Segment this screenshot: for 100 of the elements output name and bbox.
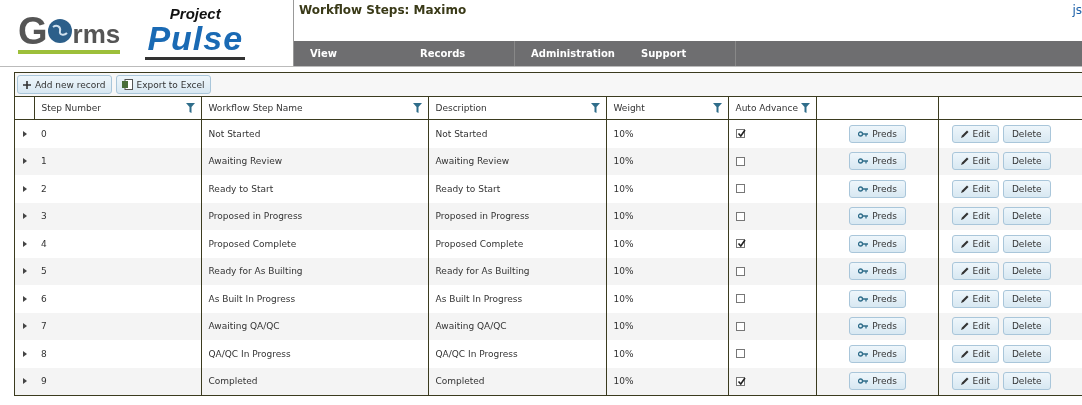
checkbox[interactable] bbox=[735, 294, 745, 304]
edit-button[interactable]: Edit bbox=[951, 152, 999, 171]
delete-button[interactable]: Delete bbox=[1002, 262, 1051, 281]
preds-button[interactable]: Preds bbox=[849, 124, 906, 143]
table-cell: 3 bbox=[34, 202, 201, 230]
edit-button[interactable]: Edit bbox=[951, 317, 999, 336]
checkbox[interactable] bbox=[735, 211, 745, 221]
pencil-icon bbox=[960, 212, 969, 221]
pencil-icon bbox=[960, 377, 969, 386]
filter-icon[interactable] bbox=[185, 103, 195, 113]
checkbox[interactable] bbox=[735, 239, 745, 249]
table-cell: 1 bbox=[34, 147, 201, 175]
table-cell: 9 bbox=[34, 367, 201, 395]
expand-arrow-icon[interactable] bbox=[23, 158, 27, 165]
checkbox[interactable] bbox=[735, 184, 745, 194]
key-icon bbox=[858, 240, 869, 247]
edit-button[interactable]: Edit bbox=[951, 289, 999, 308]
table-cell: Proposed Complete bbox=[428, 230, 606, 258]
preds-button[interactable]: Preds bbox=[849, 179, 906, 198]
pencil-icon bbox=[960, 129, 969, 138]
table-cell: Proposed in Progress bbox=[428, 202, 606, 230]
preds-button[interactable]: Preds bbox=[849, 207, 906, 226]
delete-button[interactable]: Delete bbox=[1002, 179, 1051, 198]
preds-button[interactable]: Preds bbox=[849, 234, 906, 253]
key-icon bbox=[858, 158, 869, 165]
expand-arrow-icon[interactable] bbox=[23, 295, 27, 302]
column-header[interactable]: Auto Advance bbox=[735, 103, 798, 113]
delete-button[interactable]: Delete bbox=[1002, 234, 1051, 253]
table-cell: 0 bbox=[34, 119, 201, 148]
edit-button[interactable]: Edit bbox=[951, 234, 999, 253]
filter-icon[interactable] bbox=[712, 103, 722, 113]
table-cell: Proposed in Progress bbox=[201, 202, 428, 230]
nav-item[interactable]: Support bbox=[625, 41, 735, 66]
table-cell: 10% bbox=[606, 119, 728, 148]
edit-button[interactable]: Edit bbox=[951, 262, 999, 281]
key-icon bbox=[858, 323, 869, 330]
edit-button[interactable]: Edit bbox=[951, 124, 999, 143]
delete-button[interactable]: Delete bbox=[1002, 152, 1051, 171]
column-header[interactable]: Weight bbox=[613, 103, 645, 113]
table-cell: 2 bbox=[34, 175, 201, 203]
table-cell: 4 bbox=[34, 230, 201, 258]
preds-button[interactable]: Preds bbox=[849, 372, 906, 391]
user-link[interactable]: js bbox=[1072, 3, 1082, 17]
table-cell: 10% bbox=[606, 202, 728, 230]
expand-arrow-icon[interactable] bbox=[23, 185, 27, 192]
table-cell: 5 bbox=[34, 257, 201, 285]
key-icon bbox=[858, 130, 869, 137]
expand-arrow-icon[interactable] bbox=[23, 240, 27, 247]
table-cell: Proposed Complete bbox=[201, 230, 428, 258]
preds-button[interactable]: Preds bbox=[849, 317, 906, 336]
preds-button[interactable]: Preds bbox=[849, 152, 906, 171]
edit-button[interactable]: Edit bbox=[951, 372, 999, 391]
preds-button[interactable]: Preds bbox=[849, 289, 906, 308]
delete-button[interactable]: Delete bbox=[1002, 344, 1051, 363]
key-icon bbox=[858, 268, 869, 275]
key-icon bbox=[858, 350, 869, 357]
project-pulse-logo: Project Pulse bbox=[140, 6, 251, 60]
expand-arrow-icon[interactable] bbox=[23, 268, 27, 275]
column-header[interactable]: Step Number bbox=[41, 103, 101, 113]
table-cell: 10% bbox=[606, 312, 728, 340]
column-header[interactable]: Description bbox=[435, 103, 487, 113]
column-header[interactable]: Workflow Step Name bbox=[208, 103, 303, 113]
preds-button[interactable]: Preds bbox=[849, 262, 906, 281]
filter-icon[interactable] bbox=[412, 103, 422, 113]
table-cell: QA/QC In Progress bbox=[428, 340, 606, 368]
gforms-logo: G rms bbox=[18, 12, 121, 54]
edit-button[interactable]: Edit bbox=[951, 344, 999, 363]
checkbox[interactable] bbox=[735, 156, 745, 166]
checkbox[interactable] bbox=[735, 349, 745, 359]
expand-arrow-icon[interactable] bbox=[23, 378, 27, 385]
filter-icon[interactable] bbox=[800, 103, 810, 113]
table-cell: 10% bbox=[606, 340, 728, 368]
checkbox[interactable] bbox=[735, 266, 745, 276]
edit-button[interactable]: Edit bbox=[951, 207, 999, 226]
pencil-icon bbox=[960, 294, 969, 303]
table-cell: 10% bbox=[606, 257, 728, 285]
delete-button[interactable]: Delete bbox=[1002, 317, 1051, 336]
pencil-icon bbox=[960, 267, 969, 276]
delete-button[interactable]: Delete bbox=[1002, 124, 1051, 143]
expand-arrow-icon[interactable] bbox=[23, 130, 27, 137]
filter-icon[interactable] bbox=[590, 103, 600, 113]
table-cell: As Built In Progress bbox=[201, 285, 428, 313]
delete-button[interactable]: Delete bbox=[1002, 207, 1051, 226]
checkbox[interactable] bbox=[735, 321, 745, 331]
table-cell: Awaiting Review bbox=[428, 147, 606, 175]
nav-item[interactable]: View bbox=[294, 41, 404, 66]
export-button[interactable]: Export to Excel bbox=[115, 75, 211, 94]
preds-button[interactable]: Preds bbox=[849, 344, 906, 363]
checkbox[interactable] bbox=[735, 129, 745, 139]
edit-button[interactable]: Edit bbox=[951, 179, 999, 198]
table-cell: Completed bbox=[201, 367, 428, 395]
expand-arrow-icon[interactable] bbox=[23, 213, 27, 220]
checkbox[interactable] bbox=[735, 376, 745, 386]
add-record-button[interactable]: Add new record bbox=[17, 75, 112, 94]
delete-button[interactable]: Delete bbox=[1002, 372, 1051, 391]
expand-arrow-icon[interactable] bbox=[23, 350, 27, 357]
nav-item[interactable]: Administration bbox=[515, 41, 625, 66]
delete-button[interactable]: Delete bbox=[1002, 289, 1051, 308]
nav-item[interactable]: Records bbox=[404, 41, 514, 66]
expand-arrow-icon[interactable] bbox=[23, 323, 27, 330]
